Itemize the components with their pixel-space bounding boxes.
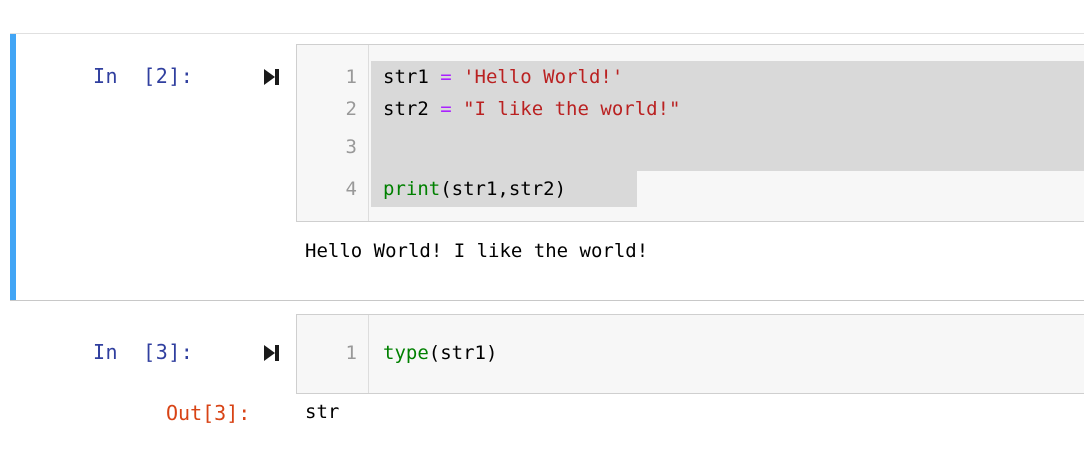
run-cell-icon[interactable] [262,342,282,364]
cell-selection-bar [10,34,16,300]
line-number: 4 [345,178,357,200]
code-token: (str1) [428,342,498,364]
code-editor[interactable]: 1 2 3 4 str1 = 'Hello World!' str2 = "I … [296,44,1084,222]
code-token: str1 [383,66,441,88]
output-prompt: Out[3]: [166,401,251,425]
input-prompt: In [2]: [93,64,194,88]
code-token: = [440,98,452,120]
cell-output: Hello World! I like the world! [305,240,649,262]
code-token: "I like the world!" [463,98,681,120]
code-line[interactable]: print(str1,str2) [383,173,566,205]
cell-output: str [305,401,340,423]
notebook-page: In [2]: 1 2 3 4 str1 = 'Hello World!' st… [0,0,1084,459]
code-token: = [440,66,452,88]
code-token: print [383,178,441,200]
input-prompt: In [3]: [93,340,194,364]
line-number: 1 [345,342,357,364]
code-line[interactable]: type(str1) [383,337,497,369]
code-line[interactable]: str2 = "I like the world!" [383,93,680,125]
code-line[interactable]: str1 = 'Hello World!' [383,61,623,93]
code-token: 'Hello World!' [463,66,624,88]
line-number: 2 [345,98,357,120]
code-token: str2 [383,98,441,120]
code-editor[interactable]: 1 type(str1) [296,314,1084,394]
code-token: (str1,str2) [440,178,567,200]
line-number: 3 [345,136,357,158]
code-token: type [383,342,429,364]
run-cell-icon[interactable] [262,66,282,88]
line-number: 1 [345,66,357,88]
